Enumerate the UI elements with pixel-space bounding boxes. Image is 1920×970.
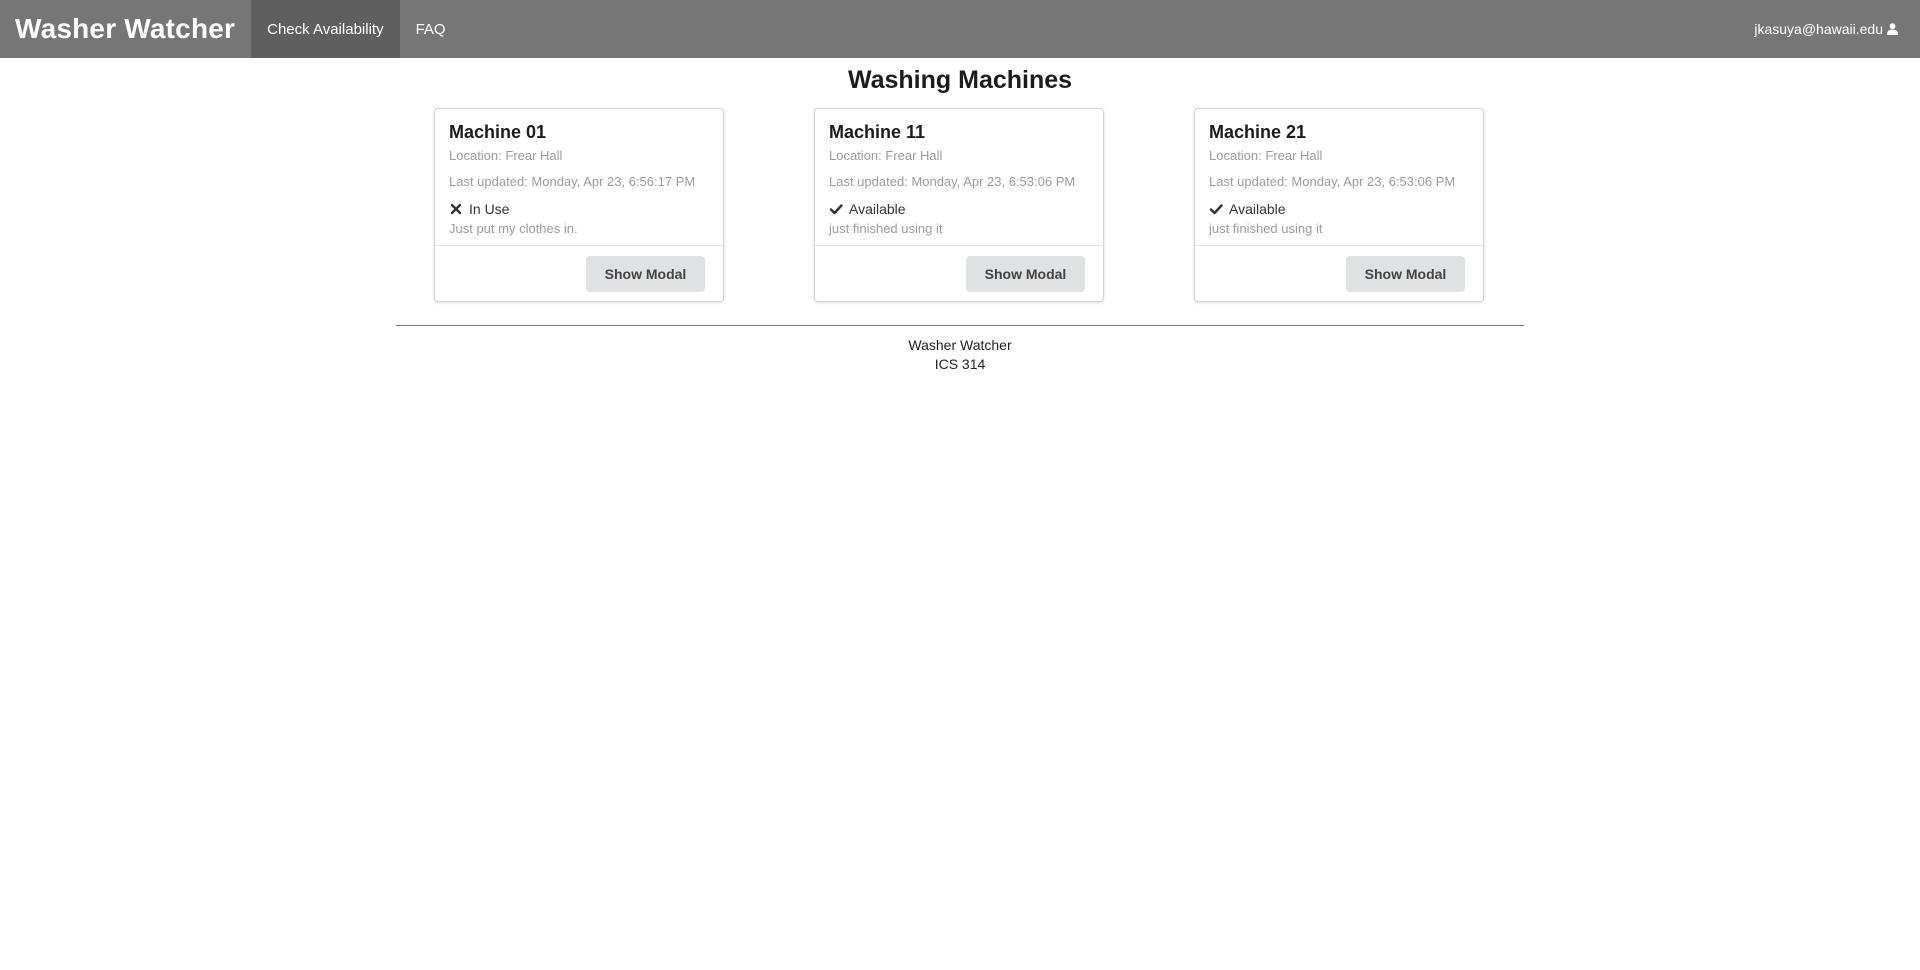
machine-name: Machine 01 <box>449 122 547 142</box>
last-updated: Last updated: Monday, Apr 23, 6:53:06 PM <box>1209 174 1456 189</box>
machine-location: Location: Frear Hall <box>449 148 563 163</box>
brand-title[interactable]: Washer Watcher <box>0 0 251 58</box>
machine-card: Machine 11 Location: Frear Hall Last upd… <box>814 108 1104 302</box>
status-label: In Use <box>469 201 510 217</box>
machine-location: Location: Frear Hall <box>1209 148 1323 163</box>
show-modal-button[interactable]: Show Modal <box>966 256 1085 292</box>
nav-item-faq[interactable]: FAQ <box>400 0 462 58</box>
status-label: Available <box>1229 201 1286 217</box>
card-content: Machine 11 Location: Frear Hall Last upd… <box>815 109 1103 246</box>
status-note: just finished using it <box>829 221 943 236</box>
status-row: Available <box>829 200 1089 218</box>
check-icon <box>829 202 843 216</box>
machine-name: Machine 11 <box>829 122 926 142</box>
card-content: Machine 21 Location: Frear Hall Last upd… <box>1195 109 1483 246</box>
status-note: just finished using it <box>1209 221 1323 236</box>
machine-card: Machine 21 Location: Frear Hall Last upd… <box>1194 108 1484 302</box>
status-label: Available <box>849 201 906 217</box>
status-note: Just put my clothes in. <box>449 221 578 236</box>
machine-location: Location: Frear Hall <box>829 148 943 163</box>
user-email: jkasuya@hawaii.edu <box>1754 21 1883 37</box>
card-actions: Show Modal <box>1195 246 1483 302</box>
footer-app-name: Washer Watcher <box>908 337 1012 353</box>
card-actions: Show Modal <box>435 246 723 302</box>
status-row: Available <box>1209 200 1469 218</box>
page-title: Washing Machines <box>847 66 1073 94</box>
footer-course: ICS 314 <box>934 356 986 372</box>
show-modal-button[interactable]: Show Modal <box>586 256 705 292</box>
machine-name: Machine 21 <box>1209 122 1307 142</box>
machine-card: Machine 01 Location: Frear Hall Last upd… <box>434 108 724 302</box>
x-icon <box>449 202 463 216</box>
footer: Washer Watcher ICS 314 <box>0 336 1920 374</box>
user-menu[interactable]: jkasuya@hawaii.edu <box>1744 0 1920 58</box>
nav-item-check-availability[interactable]: Check Availability <box>251 0 400 58</box>
last-updated: Last updated: Monday, Apr 23, 6:56:17 PM <box>449 174 696 189</box>
show-modal-button[interactable]: Show Modal <box>1346 256 1465 292</box>
last-updated: Last updated: Monday, Apr 23, 6:53:06 PM <box>829 174 1076 189</box>
card-content: Machine 01 Location: Frear Hall Last upd… <box>435 109 723 246</box>
status-row: In Use <box>449 200 709 218</box>
check-icon <box>1209 202 1223 216</box>
footer-divider <box>396 325 1524 326</box>
card-actions: Show Modal <box>815 246 1103 302</box>
top-navbar: Washer Watcher Check Availability FAQ jk… <box>0 0 1920 58</box>
user-icon <box>1887 23 1898 35</box>
